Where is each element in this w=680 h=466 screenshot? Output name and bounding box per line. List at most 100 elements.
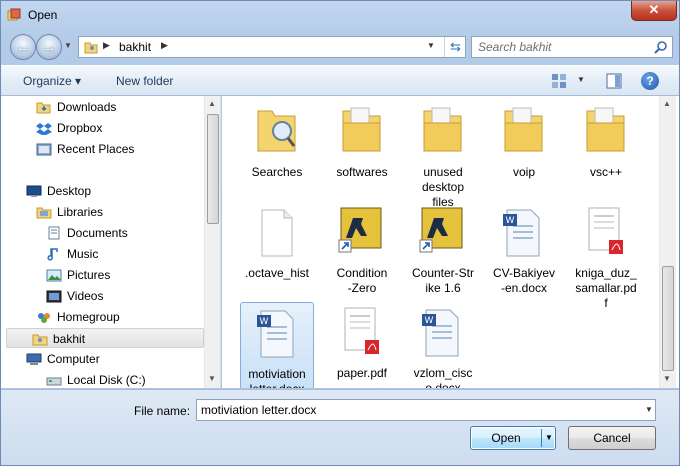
file-name: paper.pdf: [336, 366, 388, 380]
file-item[interactable]: Condition -Zero: [325, 202, 399, 296]
dropbox-icon: [36, 123, 52, 135]
nav-item-label: Recent Places: [57, 142, 135, 156]
forward-arrow-icon: →: [42, 39, 56, 55]
close-icon: ✕: [648, 2, 660, 17]
file-item[interactable]: softwares: [325, 101, 399, 180]
nav-item-label: bakhit: [53, 332, 86, 346]
search-icon[interactable]: [654, 40, 668, 54]
file-item[interactable]: Counter-Str ike 1.6: [406, 202, 480, 296]
computer-icon: [26, 353, 42, 365]
word-doc-icon: W: [422, 309, 459, 357]
file-item[interactable]: vsc++: [569, 101, 643, 180]
close-button[interactable]: ✕: [631, 1, 677, 21]
file-scrollbar[interactable]: ▲ ▼: [659, 96, 676, 388]
blank-file-icon: [261, 209, 293, 257]
breadcrumb-chevron-icon[interactable]: ▶: [103, 40, 110, 51]
refresh-button[interactable]: ⇆: [444, 37, 466, 57]
file-name: kniga_duz_ samallar.pd f: [575, 266, 637, 310]
address-dropdown-icon[interactable]: ▼: [427, 41, 435, 50]
nav-item-label: Music: [67, 247, 99, 261]
scroll-up-icon[interactable]: ▲: [208, 99, 216, 108]
pdf-icon: [344, 307, 379, 354]
open-dialog: Open ✕ ← → ▼ ▶ bakhit ▶ ▼ ⇆ Organize ▾ N…: [0, 0, 680, 466]
help-button[interactable]: ?: [641, 72, 659, 90]
split-divider: [541, 429, 542, 447]
folder-icon: [504, 107, 543, 152]
pictures-icon: [46, 269, 62, 282]
nav-item-label: Desktop: [47, 184, 92, 198]
local-disk-icon: [46, 377, 62, 386]
shortcut-icon: [338, 207, 382, 253]
nav-scroll-thumb[interactable]: [207, 114, 219, 224]
search-input[interactable]: [478, 40, 648, 54]
nav-item-label: Computer: [47, 352, 100, 366]
file-name: voip: [512, 165, 535, 179]
nav-item-label: Documents: [67, 226, 128, 240]
cancel-button[interactable]: Cancel: [568, 426, 656, 450]
nav-scrollbar[interactable]: ▲ ▼: [204, 96, 220, 388]
shortcut-icon: [419, 207, 463, 253]
file-name: Condition -Zero: [336, 266, 388, 295]
help-icon: ?: [646, 74, 654, 88]
back-button[interactable]: ←: [10, 34, 36, 60]
recent-locations-dropdown[interactable]: ▼: [64, 41, 72, 50]
file-item[interactable]: Searches: [240, 101, 314, 180]
file-item[interactable]: .octave_hist: [240, 202, 314, 281]
libraries-icon: [36, 207, 52, 219]
forward-button[interactable]: →: [36, 34, 62, 60]
refresh-icon: ⇆: [450, 39, 461, 54]
user-folder-icon: [32, 334, 48, 346]
view-options-dropdown-icon[interactable]: ▼: [577, 75, 585, 84]
file-item[interactable]: paper.pdf: [325, 302, 399, 381]
folder-icon: [586, 107, 625, 152]
nav-item-bakhit[interactable]: bakhit: [6, 328, 204, 348]
file-name-dropdown-icon[interactable]: ▼: [645, 405, 653, 414]
file-name: Searches: [251, 165, 303, 179]
organize-button[interactable]: Organize ▾: [23, 74, 81, 88]
file-item[interactable]: unused desktop files: [406, 101, 480, 210]
file-item[interactable]: Wmotiviation letter.docx: [240, 302, 314, 388]
nav-item-label: Homegroup: [57, 310, 120, 324]
open-dropdown-icon[interactable]: ▼: [545, 427, 553, 449]
breadcrumb-chevron-icon[interactable]: ▶: [161, 40, 168, 51]
file-name: softwares: [336, 165, 388, 179]
file-item[interactable]: W CV-Bakiyev -en.docx: [487, 202, 561, 296]
open-button-label: Open: [491, 431, 521, 445]
nav-item-label: Local Disk (C:): [67, 373, 146, 387]
scroll-down-icon[interactable]: ▼: [208, 374, 216, 383]
svg-text:W: W: [425, 316, 434, 326]
folder-icon: [423, 107, 462, 152]
open-dialog-icon: [7, 8, 21, 21]
file-item[interactable]: kniga_duz_ samallar.pd f: [569, 202, 643, 311]
address-row: ← → ▼ ▶ bakhit ▶ ▼ ⇆: [1, 31, 679, 63]
nav-item-label: Pictures: [67, 268, 111, 282]
scroll-up-icon[interactable]: ▲: [663, 99, 671, 108]
title-bar: Open ✕: [1, 1, 679, 31]
nav-item-label: Libraries: [57, 205, 104, 219]
documents-icon: [48, 226, 60, 240]
downloads-folder-icon: [36, 102, 51, 114]
open-button[interactable]: Open ▼: [470, 426, 556, 450]
address-bar[interactable]: ▶ bakhit ▶ ▼ ⇆: [78, 36, 466, 58]
search-box[interactable]: [471, 36, 673, 58]
videos-icon: [46, 290, 62, 303]
file-name: motiviation letter.docx: [248, 367, 306, 388]
change-view-icon[interactable]: [551, 73, 567, 89]
preview-pane-icon[interactable]: [606, 73, 622, 89]
svg-text:W: W: [260, 317, 269, 327]
file-name: Counter-Str ike 1.6: [411, 266, 475, 295]
recent-places-icon: [36, 143, 52, 156]
svg-text:W: W: [506, 216, 515, 226]
file-name: vzlom_cisc o.docx: [413, 366, 473, 388]
new-folder-button[interactable]: New folder: [116, 74, 173, 88]
scroll-down-icon[interactable]: ▼: [663, 374, 671, 383]
file-name-input[interactable]: [196, 399, 656, 421]
dialog-footer: File name: ▼ Open ▼ Cancel: [1, 389, 679, 465]
file-scroll-thumb[interactable]: [662, 266, 674, 371]
file-name: .octave_hist: [244, 266, 310, 280]
file-item[interactable]: voip: [487, 101, 561, 180]
file-item[interactable]: Wvzlom_cisc o.docx: [406, 302, 480, 388]
breadcrumb-segment[interactable]: bakhit: [119, 40, 151, 54]
window-title: Open: [28, 8, 58, 22]
nav-item-label: Dropbox: [57, 121, 103, 135]
